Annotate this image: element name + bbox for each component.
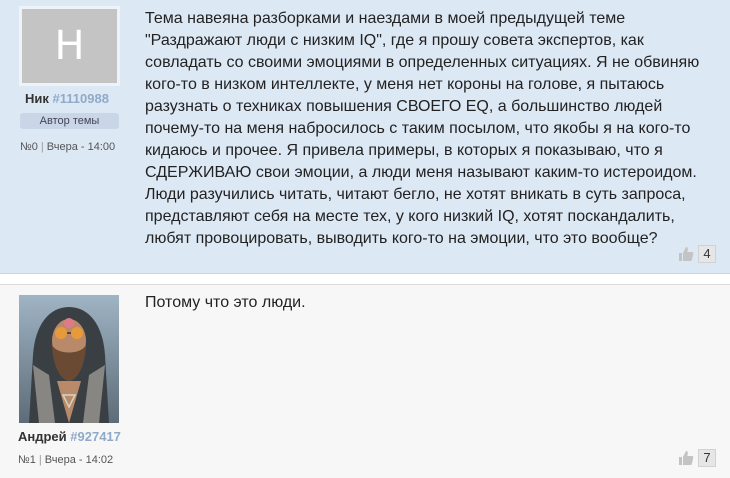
post-text: Тема навеяна разборками и наездами в мое… bbox=[145, 10, 700, 247]
post-topic-starter: Н Ник #1110988 Автор темы №0 | Вчера - 14:… bbox=[0, 0, 730, 274]
post-text: Потому что это люди. bbox=[145, 294, 306, 311]
author-info: Андрей #927417 bbox=[18, 429, 121, 444]
post-date: Вчера - 14:02 bbox=[44, 454, 114, 466]
topic-author-badge: Автор темы bbox=[20, 113, 119, 129]
thumbs-up-icon[interactable] bbox=[678, 450, 694, 466]
post-meta: №0 | Вчера - 14:00 bbox=[20, 141, 116, 153]
post-number[interactable]: №0 bbox=[20, 141, 38, 153]
post-meta: №1 | Вчера - 14:02 bbox=[18, 454, 114, 466]
post-date: Вчера - 14:00 bbox=[46, 141, 116, 153]
like-count: 4 bbox=[698, 245, 716, 263]
post-number[interactable]: №1 bbox=[18, 454, 36, 466]
author-name[interactable]: Ник bbox=[25, 91, 49, 106]
like-control: 7 bbox=[678, 449, 716, 467]
avatar-photo-image bbox=[19, 295, 119, 423]
author-id: #1110988 bbox=[52, 91, 109, 106]
author-info: Ник #1110988 bbox=[25, 91, 109, 106]
author-name[interactable]: Андрей bbox=[18, 429, 67, 444]
thumbs-up-icon[interactable] bbox=[678, 246, 694, 262]
avatar[interactable]: Н bbox=[19, 6, 120, 86]
like-control: 4 bbox=[678, 245, 716, 263]
avatar[interactable] bbox=[19, 295, 119, 423]
author-id: #927417 bbox=[70, 429, 121, 444]
like-count: 7 bbox=[698, 449, 716, 467]
